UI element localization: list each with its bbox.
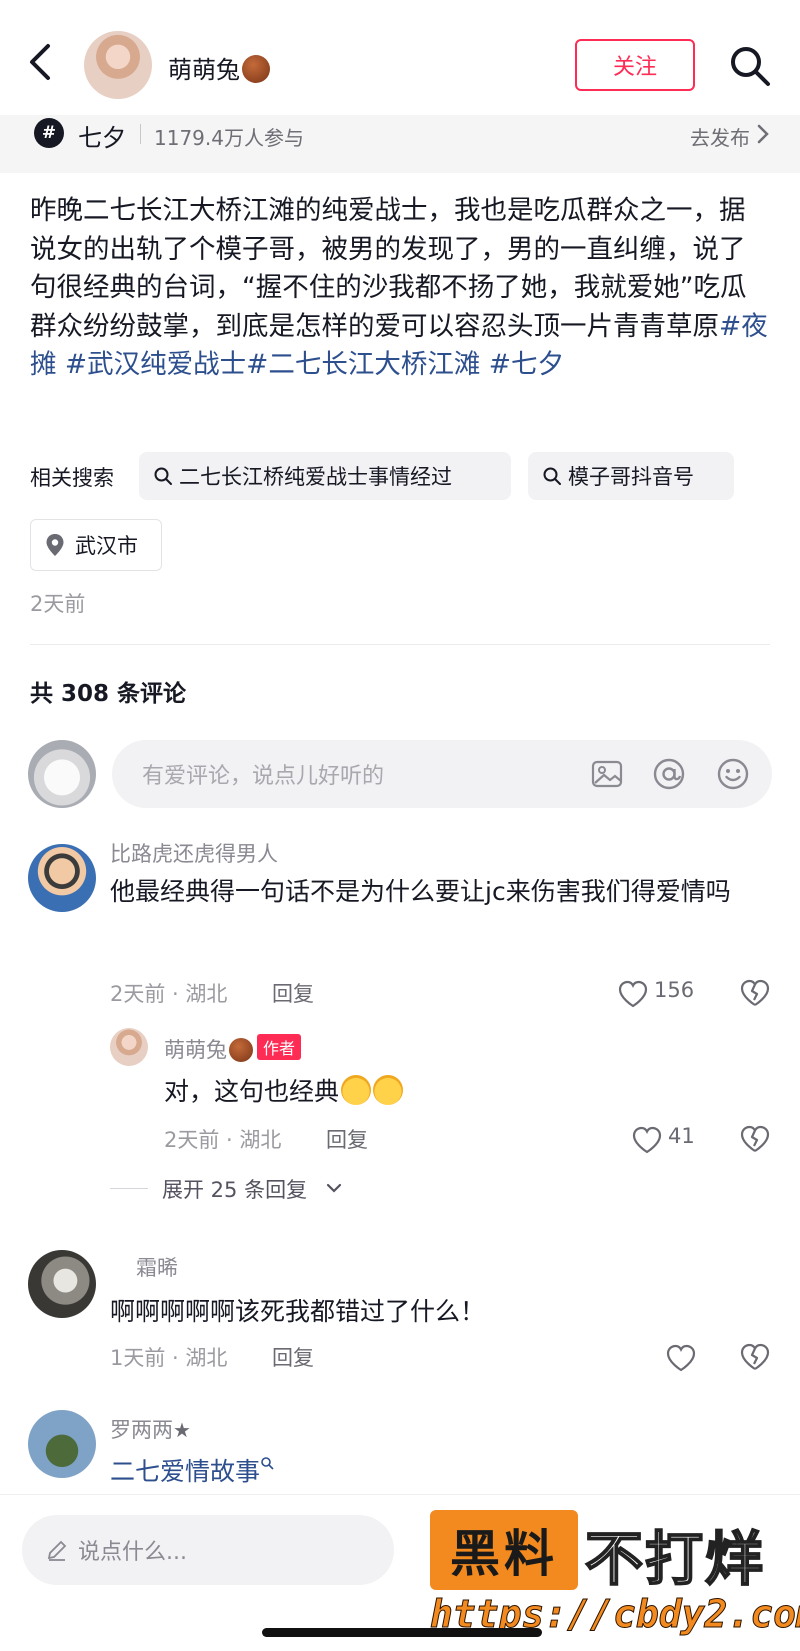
crying-emoji-icon: [341, 1075, 372, 1105]
hashtag-icon: #: [34, 118, 64, 148]
basketball-emoji-icon: [229, 1038, 253, 1062]
emoji-icon[interactable]: [716, 757, 750, 791]
watermark-text: 不打烊: [584, 1524, 766, 1594]
reply-button[interactable]: 回复: [272, 978, 314, 1008]
heart-icon[interactable]: [618, 980, 648, 1008]
reply-button[interactable]: 回复: [272, 1342, 314, 1372]
broken-heart-icon[interactable]: [740, 978, 770, 1008]
chevron-down-icon[interactable]: [326, 1182, 342, 1194]
hashtag-link[interactable]: #武汉纯爱战士: [57, 349, 246, 380]
post-time: 2天前: [30, 592, 86, 616]
like-count: 41: [668, 1124, 695, 1148]
basketball-emoji-icon: [242, 55, 270, 83]
heart-icon[interactable]: [632, 1126, 662, 1154]
at-mention-icon[interactable]: [652, 757, 686, 791]
search-keyword-link[interactable]: 二七爱情故事: [110, 1452, 274, 1488]
bottom-comment-input[interactable]: 说点什么...: [22, 1515, 394, 1585]
broken-heart-icon[interactable]: [740, 1124, 770, 1154]
expand-replies-button[interactable]: 展开 25 条回复: [162, 1174, 307, 1204]
search-icon: [543, 467, 561, 485]
home-indicator: [262, 1628, 542, 1637]
topic-divider: [140, 124, 141, 144]
author-reply-avatar[interactable]: [110, 1028, 148, 1066]
broken-heart-icon[interactable]: [740, 1342, 770, 1372]
hashtag-link[interactable]: #二七长江大桥江滩: [246, 349, 480, 380]
reply-button[interactable]: 回复: [326, 1124, 368, 1154]
related-search-chip[interactable]: 模子哥抖音号: [528, 452, 734, 500]
reply-author-name[interactable]: 萌萌兔 作者: [164, 1034, 302, 1064]
like-count: 156: [654, 978, 695, 1002]
author-badge: 作者: [257, 1034, 302, 1060]
heart-icon[interactable]: [666, 1344, 696, 1372]
related-search-label: 相关搜索: [30, 466, 114, 490]
chevron-right-icon: [757, 124, 769, 144]
author-name[interactable]: 萌萌兔: [168, 50, 270, 85]
comment-count: 共 308 条评论: [30, 681, 187, 707]
reply-meta: 2天前 · 湖北: [164, 1128, 282, 1152]
watermark-logo: 黑料: [430, 1510, 578, 1590]
publish-link[interactable]: 去发布: [690, 122, 750, 151]
commenter-name[interactable]: 霜晞: [136, 1252, 178, 1282]
commenter-avatar[interactable]: [28, 1250, 96, 1318]
image-icon[interactable]: [590, 757, 624, 791]
location-chip[interactable]: 武汉市: [30, 519, 162, 571]
hashtag-link[interactable]: #七夕: [480, 349, 564, 380]
commenter-name[interactable]: 罗两两★: [110, 1414, 191, 1444]
related-search-chip[interactable]: 二七长江桥纯爱战士事情经过: [139, 452, 511, 500]
follow-button[interactable]: 关注: [575, 39, 695, 91]
comment-meta: 1天前 · 湖北: [110, 1346, 228, 1370]
post-caption: 昨晚二七长江大桥江滩的纯爱战士，我也是吃瓜群众之一，据说女的出轨了个模子哥，被男…: [30, 195, 768, 380]
search-icon[interactable]: [728, 44, 772, 88]
expand-line: [110, 1188, 148, 1189]
location-pin-icon: [46, 534, 64, 556]
commenter-name[interactable]: 比路虎还虎得男人: [110, 838, 278, 868]
divider: [30, 644, 770, 645]
search-icon: [154, 467, 172, 485]
comment-text: 啊啊啊啊啊该死我都错过了什么！: [110, 1297, 486, 1326]
reply-text: 对，这句也经典: [164, 1070, 764, 1114]
search-icon: [261, 1457, 274, 1470]
topic-name: 七夕: [78, 124, 126, 152]
author-avatar[interactable]: [84, 31, 152, 99]
pencil-icon: [47, 1540, 67, 1561]
comment-text: 他最经典得一句话不是为什么要让jc来伤害我们得爱情吗: [110, 877, 731, 906]
commenter-avatar[interactable]: [28, 1410, 96, 1478]
crying-emoji-icon: [373, 1075, 404, 1105]
comment-meta: 2天前 · 湖北: [110, 982, 228, 1006]
back-arrow-icon[interactable]: [26, 42, 56, 82]
topic-participants: 1179.4万人参与: [154, 126, 304, 150]
my-avatar: [28, 740, 96, 808]
commenter-avatar[interactable]: [28, 844, 96, 912]
star-icon: ★: [173, 1418, 191, 1442]
